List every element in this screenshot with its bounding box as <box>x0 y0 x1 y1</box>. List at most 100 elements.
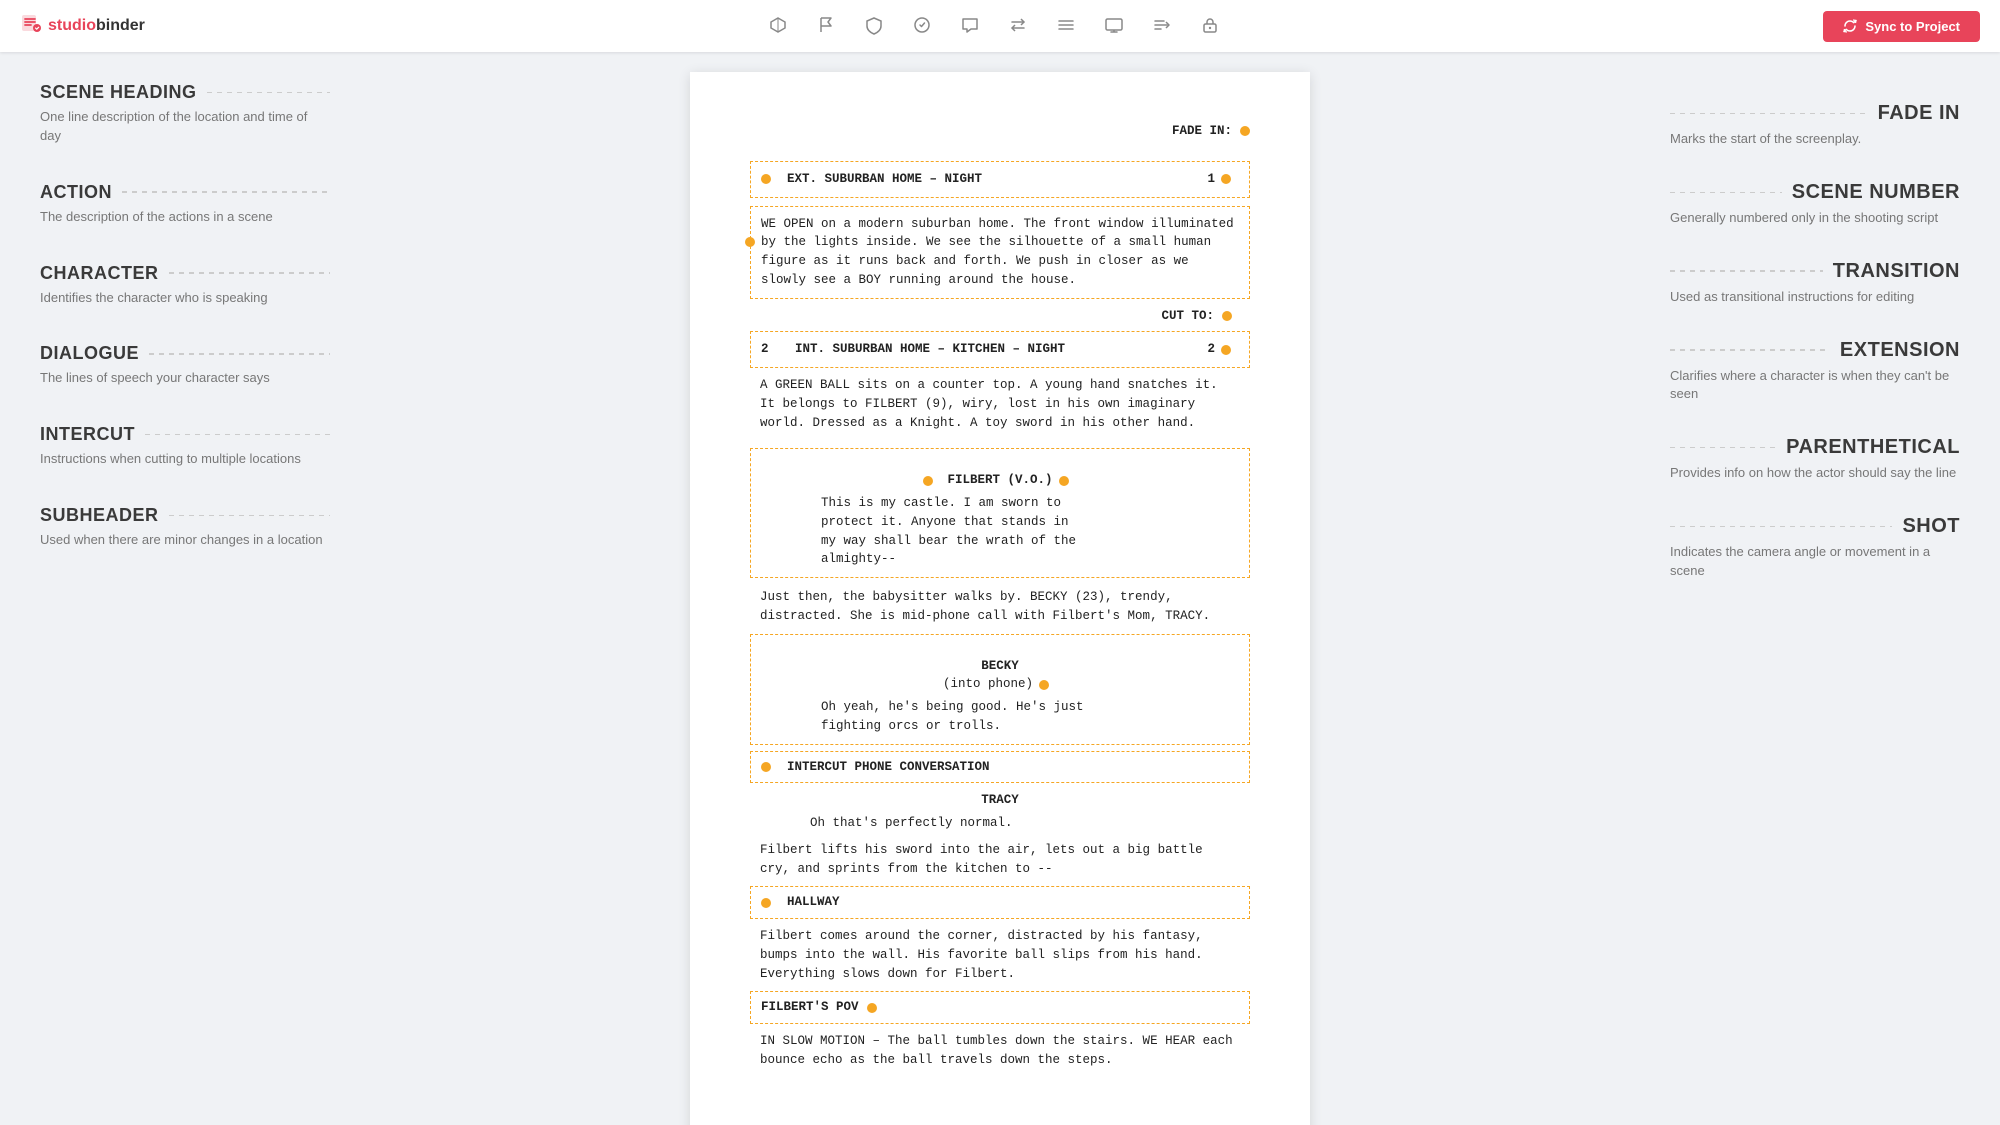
scene1-dot-left <box>761 174 771 184</box>
subheader-desc: Used when there are minor changes in a l… <box>40 531 330 550</box>
logo-icon <box>20 12 42 40</box>
dialogue2: Oh yeah, he's being good. He's just figh… <box>821 698 1179 736</box>
action1: WE OPEN on a modern suburban home. The f… <box>761 215 1239 290</box>
sync-button[interactable]: Sync to Project <box>1823 11 1980 42</box>
dialogue-title: DIALOGUE <box>40 343 330 364</box>
left-sidebar: SCENE HEADING One line description of th… <box>0 52 360 1125</box>
character-title: CHARACTER <box>40 263 330 284</box>
scene-heading-desc: One line description of the location and… <box>40 108 330 146</box>
parenthetical1-text: (into phone) <box>943 675 1033 694</box>
shot-line: FILBERT'S POV <box>761 998 1239 1017</box>
right-item-parenthetical: PARENTHETICAL Provides info on how the a… <box>1670 436 1960 483</box>
scene2-left: 2 INT. SUBURBAN HOME – KITCHEN – NIGHT <box>761 340 1065 359</box>
right-sidebar: FADE IN Marks the start of the screenpla… <box>1640 52 2000 1125</box>
fade-in-text: FADE IN: <box>1172 122 1232 141</box>
transition-line: CUT TO: <box>760 307 1240 326</box>
list-icon[interactable] <box>1056 15 1076 38</box>
action2: A GREEN BALL sits on a counter top. A yo… <box>750 376 1250 432</box>
subheader-title: SUBHEADER <box>40 505 330 526</box>
action5: Filbert comes around the corner, distrac… <box>750 927 1250 983</box>
intercut-desc: Instructions when cutting to multiple lo… <box>40 450 330 469</box>
action1-dot <box>745 237 755 247</box>
flag-icon[interactable] <box>816 15 836 38</box>
action4: Filbert lifts his sword into the air, le… <box>750 841 1250 879</box>
char1-dot-right <box>1059 476 1069 486</box>
scene-number-right-title: SCENE NUMBER <box>1670 181 1960 204</box>
action2-text: A GREEN BALL sits on a counter top. A yo… <box>760 376 1240 432</box>
fade-in-right-desc: Marks the start of the screenplay. <box>1670 130 1960 149</box>
sync-label: Sync to Project <box>1865 19 1960 34</box>
action6-text: IN SLOW MOTION – The ball tumbles down t… <box>760 1032 1240 1070</box>
logo-text: studiobinder <box>48 17 145 35</box>
sidebar-item-scene-heading: SCENE HEADING One line description of th… <box>40 82 330 146</box>
action-title: ACTION <box>40 182 330 203</box>
action4-text: Filbert lifts his sword into the air, le… <box>760 841 1240 879</box>
screenplay-page: FADE IN: EXT. SUBURBAN HOME – NIGHT 1 <box>690 72 1310 1125</box>
character3-text: TRACY <box>981 791 1019 810</box>
sidebar-item-character: CHARACTER Identifies the character who i… <box>40 263 330 308</box>
sidebar-item-subheader: SUBHEADER Used when there are minor chan… <box>40 505 330 550</box>
parenthetical-right-title: PARENTHETICAL <box>1670 436 1960 459</box>
right-item-shot: SHOT Indicates the camera angle or movem… <box>1670 515 1960 581</box>
fade-in-right-title: FADE IN <box>1670 102 1960 125</box>
scene2-heading-line: 2 INT. SUBURBAN HOME – KITCHEN – NIGHT 2 <box>761 340 1239 359</box>
sidebar-item-action: ACTION The description of the actions in… <box>40 182 330 227</box>
character2: BECKY <box>761 657 1239 676</box>
char1-dot-left <box>923 476 933 486</box>
chat-icon[interactable] <box>960 15 980 38</box>
scene1-heading-line: EXT. SUBURBAN HOME – NIGHT 1 <box>761 170 1239 189</box>
scene1-num: 1 <box>1207 170 1215 189</box>
scene2-num: 2 <box>1207 340 1215 359</box>
screenplay-area: FADE IN: EXT. SUBURBAN HOME – NIGHT 1 <box>360 52 1640 1125</box>
repeat-icon[interactable] <box>1008 15 1028 38</box>
scene2-heading-text: INT. SUBURBAN HOME – KITCHEN – NIGHT <box>795 340 1065 359</box>
sort-icon[interactable] <box>1152 15 1172 38</box>
intercut-dot <box>761 762 771 772</box>
scene1-num-right: 1 <box>1207 170 1239 189</box>
sidebar-item-intercut: INTERCUT Instructions when cutting to mu… <box>40 424 330 469</box>
transition-text: CUT TO: <box>1161 307 1214 326</box>
action6: IN SLOW MOTION – The ball tumbles down t… <box>750 1032 1250 1070</box>
scene1-dot-right <box>1221 174 1231 184</box>
fade-in-line: FADE IN: <box>750 122 1250 141</box>
right-item-fade-in: FADE IN Marks the start of the screenpla… <box>1670 102 1960 149</box>
shield-icon[interactable] <box>864 15 884 38</box>
scene2-dot-right <box>1221 345 1231 355</box>
transition-right-title: TRANSITION <box>1670 260 1960 283</box>
extension-right-desc: Clarifies where a character is when they… <box>1670 367 1960 405</box>
transition-right-desc: Used as transitional instructions for ed… <box>1670 288 1960 307</box>
action3: Just then, the babysitter walks by. BECK… <box>750 588 1250 626</box>
dialogue1-text: This is my castle. I am sworn to protect… <box>821 494 1179 569</box>
right-item-scene-number: SCENE NUMBER Generally numbered only in … <box>1670 181 1960 228</box>
shot-dot <box>867 1003 877 1013</box>
scene2-num-right: 2 <box>1207 340 1239 359</box>
dialogue2-text: Oh yeah, he's being good. He's just figh… <box>821 698 1179 736</box>
character2-text: BECKY <box>981 657 1019 676</box>
shot-text: FILBERT'S POV <box>761 998 859 1017</box>
character1-text: FILBERT (V.O.) <box>947 471 1052 490</box>
screen-icon[interactable] <box>1104 15 1124 38</box>
header: studiobinder <box>0 0 2000 52</box>
dialogue3-text: Oh that's perfectly normal. <box>810 814 1190 833</box>
right-item-extension: EXTENSION Clarifies where a character is… <box>1670 339 1960 405</box>
intercut-line: INTERCUT PHONE CONVERSATION <box>761 758 1239 777</box>
scene1-heading-text: EXT. SUBURBAN HOME – NIGHT <box>787 170 982 189</box>
scene-number-right-desc: Generally numbered only in the shooting … <box>1670 209 1960 228</box>
intercut-text: INTERCUT PHONE CONVERSATION <box>787 758 990 777</box>
logo: studiobinder <box>20 12 145 40</box>
shot-right-desc: Indicates the camera angle or movement i… <box>1670 543 1960 581</box>
action-desc: The description of the actions in a scen… <box>40 208 330 227</box>
scene-icon[interactable] <box>768 15 788 38</box>
right-item-transition: TRANSITION Used as transitional instruct… <box>1670 260 1960 307</box>
action1-text: WE OPEN on a modern suburban home. The f… <box>761 215 1239 290</box>
scene-heading-title: SCENE HEADING <box>40 82 330 103</box>
action3-text: Just then, the babysitter walks by. BECK… <box>760 588 1240 626</box>
dialogue3: Oh that's perfectly normal. <box>810 814 1190 833</box>
screenplay-wrapper: FADE IN: EXT. SUBURBAN HOME – NIGHT 1 <box>690 72 1310 1105</box>
lock-icon[interactable] <box>1200 15 1220 38</box>
circle-icon[interactable] <box>912 15 932 38</box>
toolbar <box>185 15 1803 38</box>
parenthetical-right-desc: Provides info on how the actor should sa… <box>1670 464 1960 483</box>
action5-text: Filbert comes around the corner, distrac… <box>760 927 1240 983</box>
dialogue1: This is my castle. I am sworn to protect… <box>821 494 1179 569</box>
